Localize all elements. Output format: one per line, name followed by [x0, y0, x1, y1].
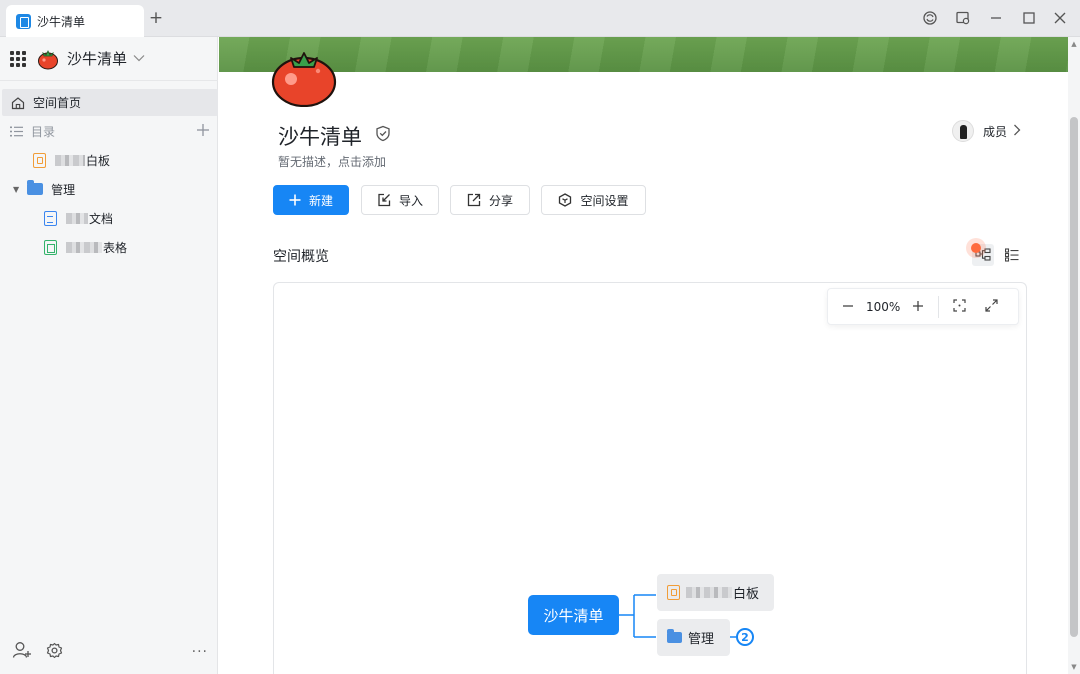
folder-icon: [667, 629, 682, 643]
minimize-icon[interactable]: [986, 8, 1006, 28]
caret-down-icon[interactable]: ▼: [13, 185, 19, 194]
more-options-icon[interactable]: ···: [192, 644, 208, 660]
scrollbar[interactable]: ▲ ▼: [1068, 37, 1080, 674]
catalog-header: 目录: [10, 121, 210, 141]
share-button[interactable]: 分享: [450, 185, 530, 215]
redacted-text: [66, 212, 88, 224]
fit-screen-icon[interactable]: [947, 298, 971, 316]
import-icon: [378, 193, 391, 207]
fullscreen-icon[interactable]: [979, 298, 1003, 316]
space-description[interactable]: 暂无描述，点击添加: [278, 153, 386, 170]
sync-icon[interactable]: [920, 8, 940, 28]
zoom-in-icon[interactable]: [906, 298, 930, 316]
sidebar-item-doc[interactable]: 文档: [44, 207, 113, 229]
space-name: 沙牛清单: [67, 50, 128, 68]
divider: [938, 295, 940, 318]
sidebar-item-folder[interactable]: ▼ 管理: [13, 178, 75, 200]
mindmap-node-label: 管理: [688, 632, 715, 647]
space-settings-button-label: 空间设置: [580, 193, 629, 208]
browser-tab[interactable]: 沙牛清单: [6, 5, 144, 37]
app-icon: [16, 13, 31, 29]
whiteboard-icon: [33, 152, 46, 168]
space-banner[interactable]: [219, 37, 1068, 72]
sidebar-footer: ···: [12, 642, 208, 662]
cube-icon: [559, 193, 572, 207]
add-member-icon[interactable]: [12, 641, 32, 663]
document-icon: [44, 210, 57, 226]
scroll-up-icon[interactable]: ▲: [1070, 40, 1078, 48]
redacted-text: [66, 241, 102, 253]
shield-icon[interactable]: [375, 125, 391, 142]
apps-grid-icon[interactable]: [10, 50, 26, 67]
redacted-text: [686, 587, 732, 598]
plus-icon: [289, 194, 301, 206]
new-tab-button[interactable]: +: [147, 7, 165, 29]
home-icon: [11, 96, 25, 109]
members-link[interactable]: 成员: [952, 119, 1021, 143]
new-button-label: 新建: [308, 193, 333, 208]
space-settings-button[interactable]: 空间设置: [541, 185, 646, 215]
main-content: 沙牛清单 暂无描述，点击添加 成员 新建 导入 分享 空间设置 空间概览 100: [219, 37, 1068, 674]
notification-dot: [966, 238, 986, 258]
tomato-icon: [38, 49, 58, 69]
sidebar-item-whiteboard[interactable]: 白板: [33, 149, 110, 171]
scrollbar-thumb[interactable]: [1070, 117, 1078, 637]
sidebar-item-label: 表格: [103, 240, 128, 255]
sidebar-item-sheet[interactable]: 表格: [44, 236, 127, 258]
folder-icon: [27, 180, 44, 195]
zoom-level: 100%: [866, 299, 901, 314]
scroll-down-icon[interactable]: ▼: [1070, 663, 1078, 671]
space-switcher[interactable]: 沙牛清单: [0, 37, 218, 81]
overview-title: 空间概览: [273, 249, 329, 265]
import-button-label: 导入: [398, 193, 423, 208]
import-button[interactable]: 导入: [361, 185, 439, 215]
children-count-badge[interactable]: 2: [736, 628, 754, 646]
mindmap-view-toggle[interactable]: [966, 238, 994, 266]
members-label: 成员: [983, 124, 1008, 139]
sidebar-item-label: 白板: [86, 153, 111, 168]
chevron-right-icon: [1013, 124, 1021, 139]
list-view-icon[interactable]: [1005, 248, 1019, 262]
close-icon[interactable]: [1050, 8, 1070, 28]
sheet-icon: [44, 239, 57, 255]
maximize-icon[interactable]: [1019, 8, 1039, 28]
sidebar-item-home[interactable]: 空间首页: [2, 89, 218, 116]
tab-title: 沙牛清单: [37, 14, 86, 29]
catalog-label: 目录: [31, 124, 56, 139]
sidebar: 沙牛清单 空间首页 目录 白板 ▼ 管理 文档 表格 ···: [0, 37, 218, 674]
mindmap-node-label: 白板: [733, 587, 760, 602]
zoom-out-icon[interactable]: [836, 298, 860, 316]
overview-canvas[interactable]: 100% 沙牛清单 白板 管理 2: [273, 282, 1027, 674]
add-item-icon[interactable]: [196, 121, 210, 142]
window-settings-icon[interactable]: [953, 8, 973, 28]
mindmap-node-folder[interactable]: 管理: [657, 619, 730, 656]
whiteboard-icon: [667, 585, 680, 600]
chevron-down-icon: [133, 52, 145, 65]
sidebar-item-label: 空间首页: [33, 96, 82, 110]
list-icon: [10, 126, 23, 136]
redacted-text: [55, 154, 85, 166]
title-bar: 沙牛清单 +: [0, 0, 1080, 37]
new-button[interactable]: 新建: [273, 185, 349, 215]
gear-icon[interactable]: [46, 642, 63, 663]
zoom-toolbar: 100%: [827, 288, 1019, 325]
sidebar-item-label: 管理: [51, 182, 76, 197]
share-button-label: 分享: [488, 193, 513, 208]
space-title[interactable]: 沙牛清单: [278, 121, 362, 151]
space-avatar-tomato[interactable]: [271, 45, 337, 107]
share-icon: [467, 193, 481, 207]
mindmap-node-whiteboard[interactable]: 白板: [657, 574, 774, 611]
avatar: [952, 120, 974, 142]
sidebar-item-label: 文档: [89, 211, 114, 226]
mindmap-root-node[interactable]: 沙牛清单: [528, 595, 619, 635]
